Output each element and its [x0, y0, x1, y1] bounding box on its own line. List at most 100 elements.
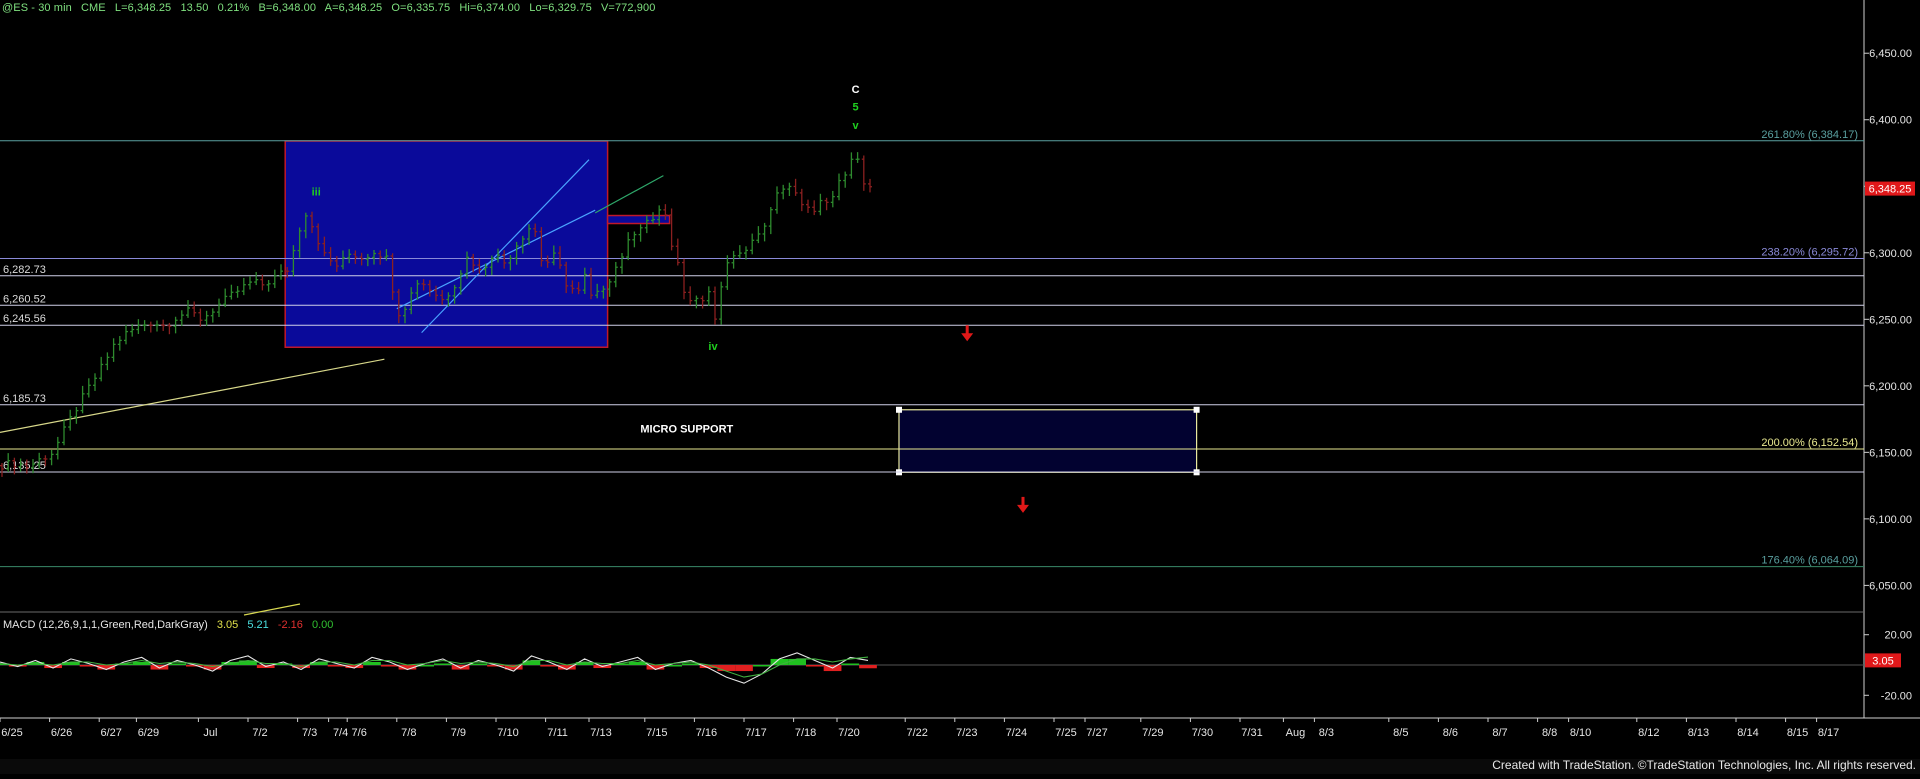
wave-label: 5	[853, 101, 859, 113]
date-tick-label: 7/31	[1241, 727, 1262, 739]
macd-legend-diff: -2.16	[277, 619, 303, 631]
support-zone-box[interactable]	[898, 409, 1198, 473]
date-tick-label: 8/5	[1393, 727, 1408, 739]
date-tick-label: 8/7	[1492, 727, 1507, 739]
wave-label: v	[853, 120, 860, 132]
date-tick-label: 7/20	[838, 727, 859, 739]
price-tick-label: 6,200.00	[1869, 381, 1912, 393]
date-tick-label: 7/3	[302, 727, 317, 739]
macd-histogram-bar	[859, 665, 877, 669]
price-tick-label: 6,400.00	[1869, 115, 1912, 127]
date-tick-label: 8/13	[1688, 727, 1709, 739]
date-tick-label: 8/10	[1570, 727, 1591, 739]
macd-tick-label: 20.00	[1884, 630, 1912, 642]
date-tick-label: 7/29	[1142, 727, 1163, 739]
macd-histogram-bar	[132, 661, 151, 665]
fib-level-label: 238.20% (6,295.72)	[1761, 246, 1858, 258]
wave-label: C	[852, 84, 860, 96]
footer-credit: Created with TradeStation. ©TradeStation…	[1492, 758, 1916, 772]
macd-histogram-bar	[806, 665, 824, 667]
support-zone-handle[interactable]	[896, 406, 902, 413]
macd-legend-zero: 0.00	[311, 619, 334, 631]
date-tick-label: 7/15	[646, 727, 667, 739]
macd-value-tag-label: 3.05	[1872, 655, 1893, 667]
date-tick-label: 7/17	[745, 727, 766, 739]
fib-level-label: 200.00% (6,152.54)	[1761, 437, 1858, 449]
date-tick-label: 8/14	[1737, 727, 1758, 739]
macd-histogram-bar	[788, 658, 806, 665]
macd-histogram-bar	[168, 663, 186, 665]
date-tick-label: 6/29	[138, 727, 159, 739]
date-tick-label: 7/2	[252, 727, 267, 739]
date-tick-label: 7/4	[333, 727, 348, 739]
date-tick-label: 7/6	[352, 727, 367, 739]
wave-label: iv	[708, 341, 718, 353]
date-tick-label: 8/17	[1818, 727, 1839, 739]
date-tick-label: 8/8	[1542, 727, 1557, 739]
macd-legend-signal: 5.21	[247, 619, 269, 631]
date-tick-label: 8/6	[1443, 727, 1458, 739]
down-arrow-shaft	[1021, 496, 1025, 506]
date-tick-label: 7/23	[956, 727, 977, 739]
support-level-label: 6,245.56	[3, 313, 46, 325]
support-level-label: 6,185.73	[3, 393, 46, 405]
last-price-tag-label: 6,348.25	[1869, 184, 1912, 196]
date-tick-label: 7/11	[547, 727, 568, 739]
date-tick-label: 7/13	[590, 727, 611, 739]
date-tick-label: Jul	[203, 727, 217, 739]
date-tick-label: 7/25	[1055, 727, 1076, 739]
volume: V=772,900	[600, 2, 656, 14]
date-tick-label: 7/30	[1192, 727, 1213, 739]
micro-support-label: MICRO SUPPORT	[640, 423, 733, 435]
date-tick-label: 7/24	[1006, 727, 1027, 739]
support-level-label: 6,260.52	[3, 293, 46, 305]
support-level-label: 6,282.73	[3, 264, 46, 276]
date-tick-label: 8/15	[1787, 727, 1808, 739]
price-chart[interactable]: 6,282.736,260.526,245.566,185.736,135.25…	[0, 0, 1920, 774]
exchange-label: CME	[81, 2, 106, 14]
date-tick-label: 6/25	[1, 727, 22, 739]
price-tick-label: 6,450.00	[1869, 48, 1912, 60]
date-tick-label: 7/10	[497, 727, 518, 739]
gap-box[interactable]	[606, 214, 671, 225]
price-tick-label: 6,300.00	[1869, 248, 1912, 260]
low-price: Lo=6,329.75	[529, 2, 592, 14]
pct-change: 0.21%	[217, 2, 250, 14]
wave-label: iii	[312, 187, 321, 199]
symbol-label: @ES - 30 min	[2, 2, 72, 14]
macd-histogram-bar	[841, 663, 860, 665]
last-price: L=6,348.25	[114, 2, 172, 14]
macd-histogram-bar	[735, 665, 753, 672]
fib-level-label: 176.40% (6,064.09)	[1761, 555, 1858, 567]
support-zone-handle[interactable]	[1193, 406, 1200, 413]
date-tick-label: 7/18	[795, 727, 816, 739]
chart-root: 6,282.73 6,260.52 6,245.56 6,185.73 6,135.25…	[0, 0, 1920, 774]
macd-legend-macd: 3.05	[216, 619, 239, 631]
macd-histogram-bar	[682, 663, 700, 665]
macd-legend-label: MACD (12,26,9,1,1,Green,Red,DarkGray)	[3, 619, 208, 631]
date-tick-label: 7/9	[451, 727, 466, 739]
bid-price: B=6,348.00	[258, 2, 317, 14]
high-price: Hi=6,374.00	[459, 2, 521, 14]
chart-header: @ES - 30 min CME L=6,348.25 13.50 0.21% …	[2, 2, 661, 14]
chart-frame	[0, 0, 1920, 774]
ask-price: A=6,348.25	[324, 2, 383, 14]
date-tick-label: Aug	[1286, 727, 1306, 739]
consolidation-box[interactable]	[284, 140, 609, 348]
date-tick-label: 6/26	[51, 727, 72, 739]
date-tick-label: 6/27	[100, 727, 121, 739]
open-price: O=6,335.75	[391, 2, 451, 14]
fib-level-label: 261.80% (6,384.17)	[1761, 129, 1858, 141]
price-tick-label: 6,150.00	[1869, 447, 1912, 459]
macd-tick-label: -20.00	[1881, 690, 1912, 702]
price-tick-label: 6,250.00	[1869, 314, 1912, 326]
price-tick-label: 6,100.00	[1869, 514, 1912, 526]
date-tick-label: 8/3	[1319, 727, 1334, 739]
date-tick-label: 7/27	[1086, 727, 1107, 739]
macd-histogram-bar	[717, 665, 736, 672]
down-arrow-shaft	[965, 325, 969, 335]
date-tick-label: 7/16	[696, 727, 717, 739]
date-tick-label: 7/8	[401, 727, 416, 739]
date-tick-label: 7/22	[906, 727, 927, 739]
macd-histogram-bar	[752, 665, 771, 667]
